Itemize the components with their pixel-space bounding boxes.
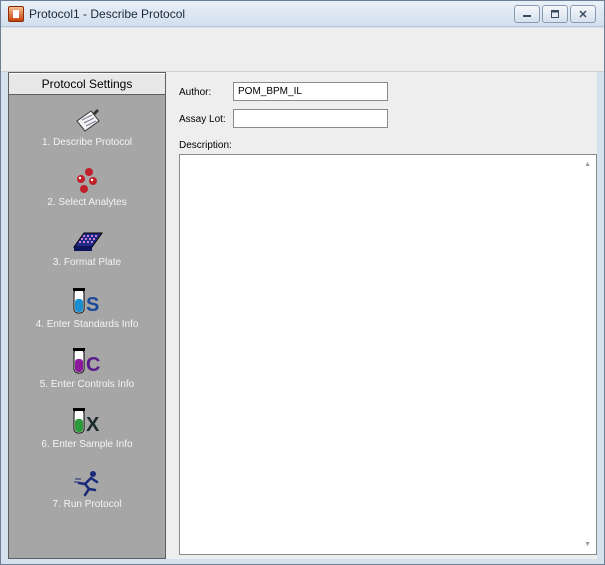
close-button[interactable] <box>570 5 596 23</box>
controls-tube-icon: C <box>73 348 100 376</box>
svg-text:X: X <box>86 414 100 436</box>
analytes-icon <box>77 168 97 193</box>
description-label: Description: <box>179 140 232 151</box>
svg-text:S: S <box>86 294 99 316</box>
description-scrollbar[interactable]: ▲ ▼ <box>579 155 596 554</box>
window-controls <box>514 5 596 23</box>
plate-icon <box>73 232 103 251</box>
nav-item-select-analytes[interactable]: 2. Select Analytes <box>9 167 165 208</box>
assay-lot-label: Assay Lot: <box>179 114 226 125</box>
minimize-button[interactable] <box>514 5 540 23</box>
svg-text:C: C <box>86 354 100 376</box>
nav-item-enter-standards[interactable]: S 4. Enter Standards Info <box>9 287 165 330</box>
run-icon <box>74 471 99 497</box>
description-field[interactable]: ▲ ▼ <box>179 154 597 555</box>
scroll-down-icon[interactable]: ▼ <box>584 541 591 548</box>
protocol-nav-panel: Protocol Settings 1. Describe Protocol 2… <box>8 72 166 559</box>
nav-item-label: 3. Format Plate <box>52 257 122 268</box>
author-label: Author: <box>179 87 212 98</box>
nav-item-run-protocol[interactable]: 7. Run Protocol <box>9 469 165 510</box>
nav-item-format-plate[interactable]: 3. Format Plate <box>9 227 165 268</box>
window-title: Protocol1 - Describe Protocol <box>29 7 186 21</box>
app-icon <box>8 6 24 22</box>
nav-item-enter-sample[interactable]: X 6. Enter Sample Info <box>9 407 165 450</box>
nav-item-label: 5. Enter Controls Info <box>39 379 135 390</box>
scroll-up-icon[interactable]: ▲ <box>584 161 591 168</box>
title-bar[interactable]: Protocol1 - Describe Protocol <box>1 1 604 27</box>
assay-lot-field[interactable] <box>233 109 388 128</box>
nav-item-label: 7. Run Protocol <box>52 499 122 510</box>
minimize-icon <box>523 15 531 17</box>
toolbar-area <box>1 28 604 72</box>
nav-header: Protocol Settings <box>9 73 165 95</box>
nav-item-label: 4. Enter Standards Info <box>35 319 139 330</box>
maximize-icon <box>551 10 559 18</box>
nav-item-label: 2. Select Analytes <box>47 197 127 208</box>
nav-item-label: 6. Enter Sample Info <box>41 439 133 450</box>
standards-tube-icon: S <box>73 288 99 316</box>
close-icon <box>579 10 587 18</box>
author-field[interactable] <box>233 82 388 101</box>
nav-item-label: 1. Describe Protocol <box>41 137 133 148</box>
nav-item-describe-protocol[interactable]: 1. Describe Protocol <box>9 107 165 148</box>
describe-icon <box>76 109 100 132</box>
nav-item-enter-controls[interactable]: C 5. Enter Controls Info <box>9 347 165 390</box>
maximize-button[interactable] <box>542 5 568 23</box>
sample-tube-icon: X <box>73 408 100 436</box>
